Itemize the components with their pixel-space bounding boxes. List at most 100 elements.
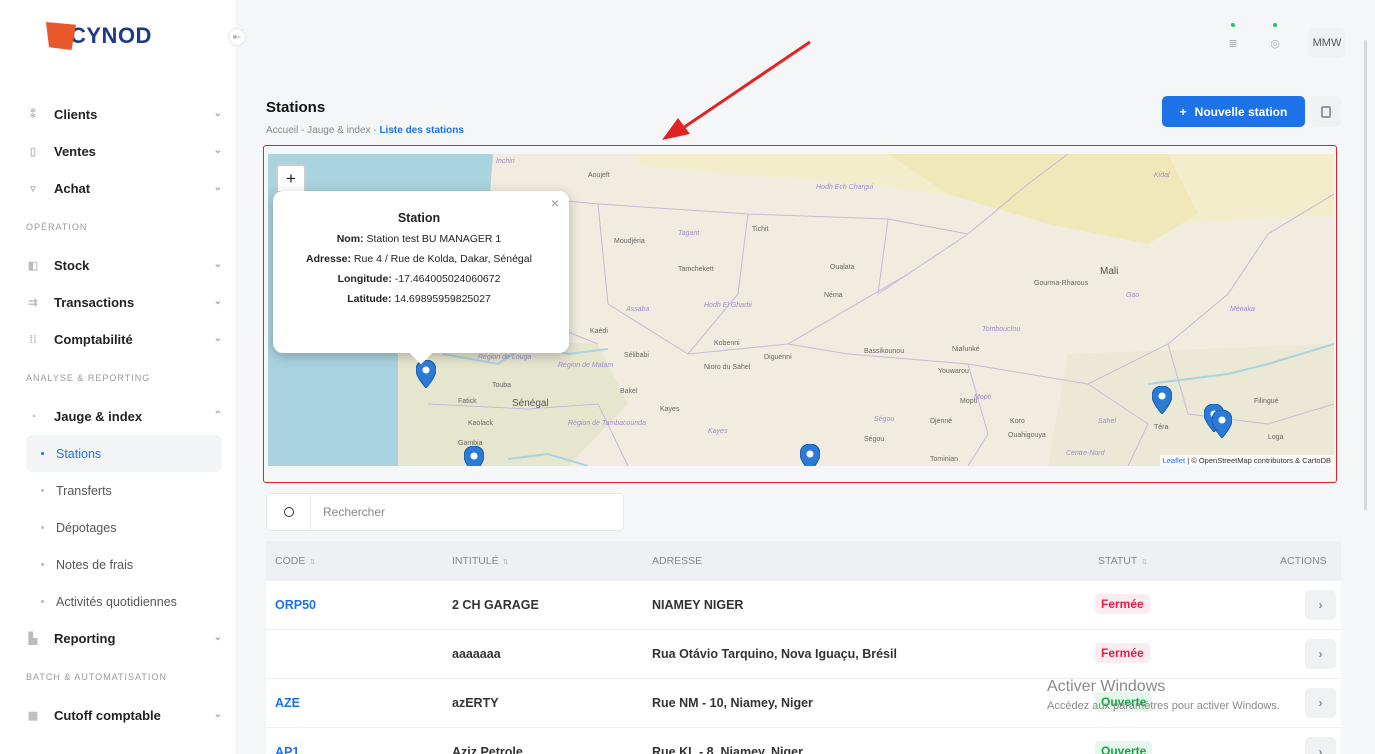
station-marker-icon[interactable] — [1152, 386, 1172, 414]
station-code-link[interactable]: AP1 — [275, 745, 299, 754]
map-label: Mopti — [974, 394, 992, 401]
sidebar-subitem-activites[interactable]: Activités quotidiennes — [26, 583, 222, 620]
popup-close-icon[interactable]: × — [551, 195, 559, 211]
basket-icon: ▿ — [30, 183, 36, 195]
breadcrumb: Accueil - Jauge & index - Liste des stat… — [266, 125, 464, 136]
map-label: Mali — [1100, 266, 1119, 277]
map-label: Centre-Nord — [1066, 450, 1105, 457]
sidebar-item-label: Reporting — [54, 631, 116, 646]
watermark-subtitle: Accédez aux paramètres pour activer Wind… — [1047, 700, 1280, 712]
search-icon — [267, 494, 311, 530]
transactions-icon: ⇉ — [28, 297, 38, 309]
row-action-button[interactable]: › — [1305, 688, 1336, 718]
sidebar-item-label: Transactions — [54, 295, 135, 310]
popup-latitude-value: 14.69895959825027 — [394, 293, 491, 305]
collapse-sidebar-icon[interactable]: ⇤ — [228, 28, 246, 46]
sidebar-subitem-transferts[interactable]: Transferts — [26, 472, 222, 509]
avatar[interactable]: MMW — [1309, 28, 1345, 58]
map-label: Kayes — [660, 406, 680, 413]
popup-latitude: Latitude: 14.69895959825027 — [293, 292, 545, 306]
column-header-code[interactable]: CODE ⇅ — [275, 555, 315, 567]
sidebar-item-label: Clients — [54, 107, 98, 122]
sidebar-nav: ⁑ Clients ⌄ ▯ Ventes ⌄ ▿ Achat ⌄ OPÉRATI… — [26, 96, 222, 734]
map-label: Gourma-Rharous — [1034, 280, 1089, 287]
sidebar-item-cutoff[interactable]: ▦ Cutoff comptable ⌄ — [26, 697, 222, 734]
map-label: Région de Louga — [478, 354, 532, 361]
notifications-icon[interactable]: ≣ — [1225, 23, 1241, 51]
station-marker-icon[interactable] — [1212, 410, 1232, 438]
bullet-icon — [41, 489, 44, 492]
chevron-down-icon: ⌄ — [213, 145, 222, 156]
map-label: Région de Matam — [558, 362, 614, 369]
sidebar-subitem-label: Activités quotidiennes — [56, 594, 177, 609]
search-input[interactable] — [323, 503, 603, 521]
popup-longitude-label: Longitude: — [337, 273, 392, 285]
sidebar-item-comptabilite[interactable]: ⁞⁞ Comptabilité ⌄ — [26, 321, 222, 358]
map-highlight-frame: Mali Sénégal Touba Kaolack Fatick Gambia… — [263, 145, 1337, 483]
sidebar-item-achat[interactable]: ▿ Achat ⌄ — [26, 170, 222, 207]
new-station-button[interactable]: + Nouvelle station — [1162, 96, 1305, 127]
station-marker-icon[interactable] — [464, 446, 484, 466]
sidebar-subitem-stations[interactable]: Stations — [26, 435, 222, 472]
station-code-link[interactable]: AZE — [275, 696, 300, 710]
station-marker-icon[interactable] — [416, 360, 436, 388]
breadcrumb-accueil[interactable]: Accueil — [266, 125, 298, 136]
row-action-button[interactable]: › — [1305, 639, 1336, 669]
map-label: Sélibabi — [624, 352, 649, 359]
sidebar-item-jauge[interactable]: ◔ Jauge & index ⌃ — [26, 398, 222, 435]
popup-longitude: Longitude: -17.464005024060672 — [293, 272, 545, 286]
map-label: Hodh El Gharbi — [704, 302, 752, 309]
map-label: Tamchekett — [678, 266, 714, 273]
sidebar-subitem-notes-de-frais[interactable]: Notes de frais — [26, 546, 222, 583]
sort-icon: ⇅ — [502, 559, 509, 566]
map-label: Ségou — [874, 416, 895, 423]
station-code-link[interactable]: ORP50 — [275, 598, 316, 612]
windows-activation-watermark: Activer Windows Accédez aux paramètres p… — [1047, 678, 1280, 712]
zoom-in-button[interactable]: + — [278, 166, 304, 191]
sidebar-item-label: Achat — [54, 181, 91, 196]
sidebar-subitem-depotages[interactable]: Dépotages — [26, 509, 222, 546]
station-map[interactable]: Mali Sénégal Touba Kaolack Fatick Gambia… — [268, 154, 1334, 466]
map-label: Aoujeft — [588, 172, 610, 179]
section-analyse: ANALYSE & REPORTING — [26, 373, 151, 383]
sidebar-item-transactions[interactable]: ⇉ Transactions ⌄ — [26, 284, 222, 321]
row-action-button[interactable]: › — [1305, 590, 1336, 620]
sidebar-item-reporting[interactable]: ▙ Reporting ⌄ — [26, 620, 222, 657]
column-header-intitule[interactable]: INTITULÉ ⇅ — [452, 555, 509, 567]
users-icon: ⁑ — [30, 109, 36, 121]
search-box — [266, 493, 624, 531]
stock-icon: ◧ — [27, 260, 39, 272]
breadcrumb-jauge[interactable]: Jauge & index — [307, 125, 370, 136]
station-popup: × Station Nom: Station test BU MANAGER 1… — [273, 191, 569, 365]
map-label: Touba — [492, 382, 512, 389]
leaflet-link[interactable]: Leaflet — [1163, 456, 1186, 465]
station-marker-icon[interactable] — [800, 444, 820, 466]
page-scrollbar[interactable] — [1364, 40, 1367, 510]
map-label: Inchiri — [496, 158, 515, 165]
logo-mark-icon — [46, 22, 76, 50]
sidebar-item-label: Stock — [54, 258, 90, 273]
sidebar-item-clients[interactable]: ⁑ Clients ⌄ — [26, 96, 222, 133]
sidebar-item-ventes[interactable]: ▯ Ventes ⌄ — [26, 133, 222, 170]
map-label: Ségou — [864, 436, 885, 443]
map-label: Djenné — [930, 418, 953, 425]
bullet-icon — [41, 600, 44, 603]
column-header-statut[interactable]: STATUT ⇅ — [1098, 555, 1147, 567]
table-row: AP1 Aziz Petrole Rue KL - 8, Niamey, Nig… — [266, 728, 1341, 754]
plus-icon: + — [1179, 104, 1187, 119]
row-action-button[interactable]: › — [1305, 737, 1336, 754]
map-label: Sahel — [1098, 418, 1116, 425]
options-button[interactable] — [1311, 96, 1341, 127]
brand-logo[interactable]: CYNOD — [46, 22, 152, 50]
column-header-actions: ACTIONS — [1280, 555, 1327, 567]
help-icon[interactable]: ◎ — [1267, 23, 1283, 51]
map-label: Kayes — [708, 428, 728, 435]
chevron-down-icon: ⌄ — [213, 333, 222, 344]
column-header-adresse: ADRESSE — [652, 555, 703, 567]
status-badge: Fermée — [1095, 643, 1150, 663]
sidebar-item-stock[interactable]: ◧ Stock ⌄ — [26, 247, 222, 284]
chevron-right-icon: › — [1318, 696, 1323, 710]
station-adresse: NIAMEY NIGER — [652, 598, 744, 612]
map-label: Tominian — [930, 456, 959, 463]
map-label: Oualata — [830, 264, 855, 271]
